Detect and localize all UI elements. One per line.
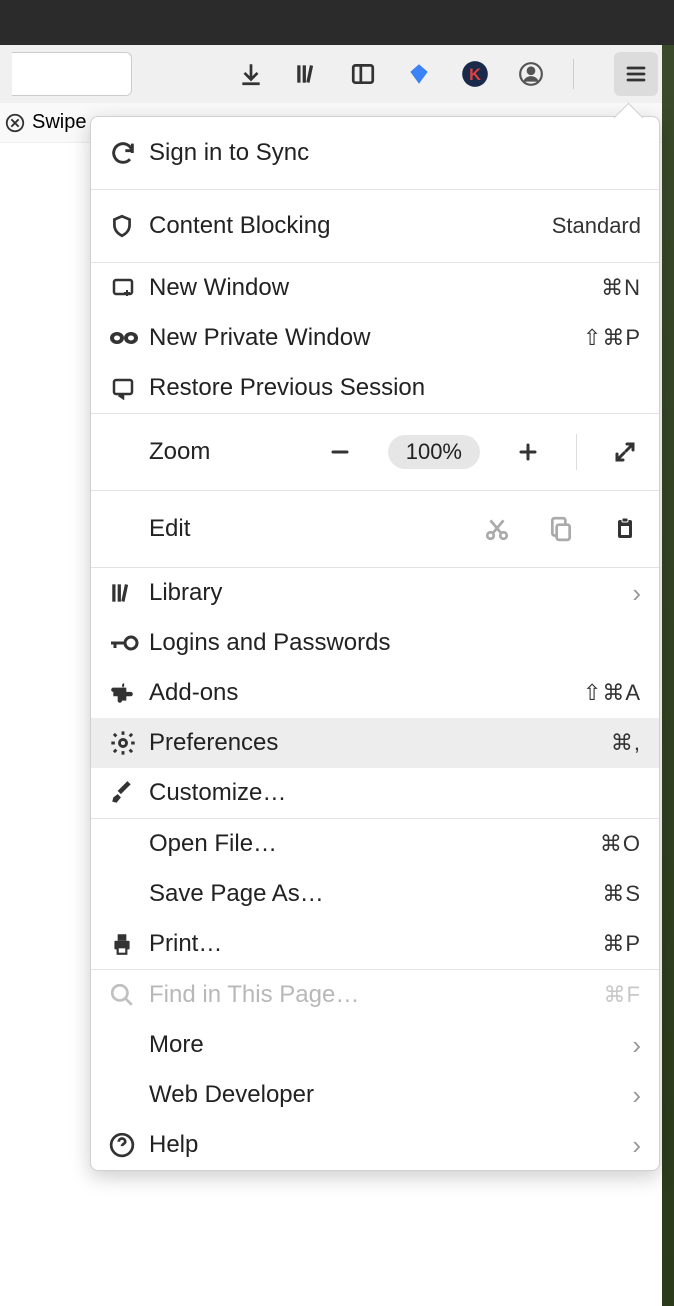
menu-addons[interactable]: Add-ons ⇧⌘A	[91, 668, 659, 718]
shortcut: ⇧⌘A	[583, 680, 641, 706]
menu-label: Print…	[149, 930, 602, 958]
bookmark-label[interactable]: Swipe	[32, 111, 86, 134]
menu-restore-session[interactable]: Restore Previous Session	[91, 363, 659, 413]
mask-icon	[109, 329, 149, 347]
menu-label: Save Page As…	[149, 880, 602, 908]
shortcut: ⌘O	[600, 831, 641, 857]
menu-label: New Private Window	[149, 324, 583, 352]
menu-library[interactable]: Library ›	[91, 568, 659, 618]
menu-new-window[interactable]: New Window ⌘N	[91, 263, 659, 313]
window-icon	[109, 276, 149, 300]
menu-logins[interactable]: Logins and Passwords	[91, 618, 659, 668]
cut-button[interactable]	[481, 513, 513, 545]
menu-label: Library	[149, 579, 632, 607]
menu-open-file[interactable]: Open File… ⌘O	[91, 819, 659, 869]
zoom-label: Zoom	[109, 438, 259, 466]
library-icon	[109, 580, 149, 606]
menu-label: More	[149, 1031, 632, 1059]
menu-label: Add-ons	[149, 679, 583, 707]
shortcut: ⌘N	[601, 275, 641, 301]
key-icon	[109, 633, 149, 653]
menu-label: Content Blocking	[149, 212, 552, 240]
chevron-right-icon: ›	[632, 1080, 641, 1111]
help-icon	[109, 1132, 149, 1158]
brush-icon	[109, 780, 149, 806]
edit-label: Edit	[109, 515, 259, 543]
zoom-level[interactable]: 100%	[388, 435, 480, 469]
menu-print[interactable]: Print… ⌘P	[91, 919, 659, 969]
menu-customize[interactable]: Customize…	[91, 768, 659, 818]
menu-zoom-row: Zoom 100%	[91, 414, 659, 490]
account-icon[interactable]	[517, 60, 545, 88]
search-icon	[109, 982, 149, 1008]
library-icon[interactable]	[293, 60, 321, 88]
chevron-right-icon: ›	[632, 1030, 641, 1061]
menu-preferences[interactable]: Preferences ⌘,	[91, 718, 659, 768]
menu-label: Web Developer	[149, 1081, 632, 1109]
sidebar-icon[interactable]	[349, 60, 377, 88]
application-menu: Sign in to Sync Content Blocking Standar…	[90, 116, 660, 1171]
menu-sign-in[interactable]: Sign in to Sync	[91, 117, 659, 189]
chevron-right-icon: ›	[632, 1130, 641, 1161]
menu-web-developer[interactable]: Web Developer ›	[91, 1070, 659, 1120]
separator	[576, 434, 577, 470]
svg-text:K: K	[469, 66, 481, 84]
hamburger-menu-button[interactable]	[614, 52, 658, 96]
shortcut: ⌘F	[604, 982, 641, 1008]
menu-help[interactable]: Help ›	[91, 1120, 659, 1170]
toolbar-separator	[573, 59, 574, 89]
extension-k-icon[interactable]: K	[461, 60, 489, 88]
sync-icon	[109, 139, 149, 167]
shortcut: ⌘,	[611, 730, 641, 756]
menu-label: New Window	[149, 274, 601, 302]
menu-label: Help	[149, 1131, 632, 1159]
restore-icon	[109, 376, 149, 400]
print-icon	[109, 931, 149, 957]
menu-new-private[interactable]: New Private Window ⇧⌘P	[91, 313, 659, 363]
menu-label: Preferences	[149, 729, 611, 757]
puzzle-icon	[109, 680, 149, 706]
menu-label: Restore Previous Session	[149, 374, 641, 402]
zoom-in-button[interactable]	[512, 436, 544, 468]
menu-label: Sign in to Sync	[149, 139, 641, 167]
menu-content-blocking[interactable]: Content Blocking Standard	[91, 190, 659, 262]
background-edge	[662, 45, 674, 1306]
shortcut: ⌘S	[602, 881, 641, 907]
zoom-out-button[interactable]	[324, 436, 356, 468]
menu-label: Customize…	[149, 779, 641, 807]
menu-find: Find in This Page… ⌘F	[91, 970, 659, 1020]
menu-label: Logins and Passwords	[149, 629, 641, 657]
menu-label: Find in This Page…	[149, 981, 604, 1009]
browser-toolbar: K	[0, 45, 674, 103]
extension-diamond-icon[interactable]	[405, 60, 433, 88]
chevron-right-icon: ›	[632, 578, 641, 609]
menu-label: Open File…	[149, 830, 600, 858]
window-titlebar	[0, 0, 674, 45]
url-bar[interactable]	[12, 52, 132, 96]
paste-button[interactable]	[609, 513, 641, 545]
content-blocking-status: Standard	[552, 213, 641, 239]
shortcut: ⌘P	[602, 931, 641, 957]
menu-edit-row: Edit	[91, 491, 659, 567]
downloads-icon[interactable]	[237, 60, 265, 88]
swipe-icon[interactable]	[4, 112, 26, 134]
copy-button[interactable]	[545, 513, 577, 545]
menu-save-as[interactable]: Save Page As… ⌘S	[91, 869, 659, 919]
shield-icon	[109, 212, 149, 240]
menu-more[interactable]: More ›	[91, 1020, 659, 1070]
gear-icon	[109, 729, 149, 757]
shortcut: ⇧⌘P	[583, 325, 641, 351]
toolbar-icons: K	[237, 52, 662, 96]
fullscreen-button[interactable]	[609, 436, 641, 468]
